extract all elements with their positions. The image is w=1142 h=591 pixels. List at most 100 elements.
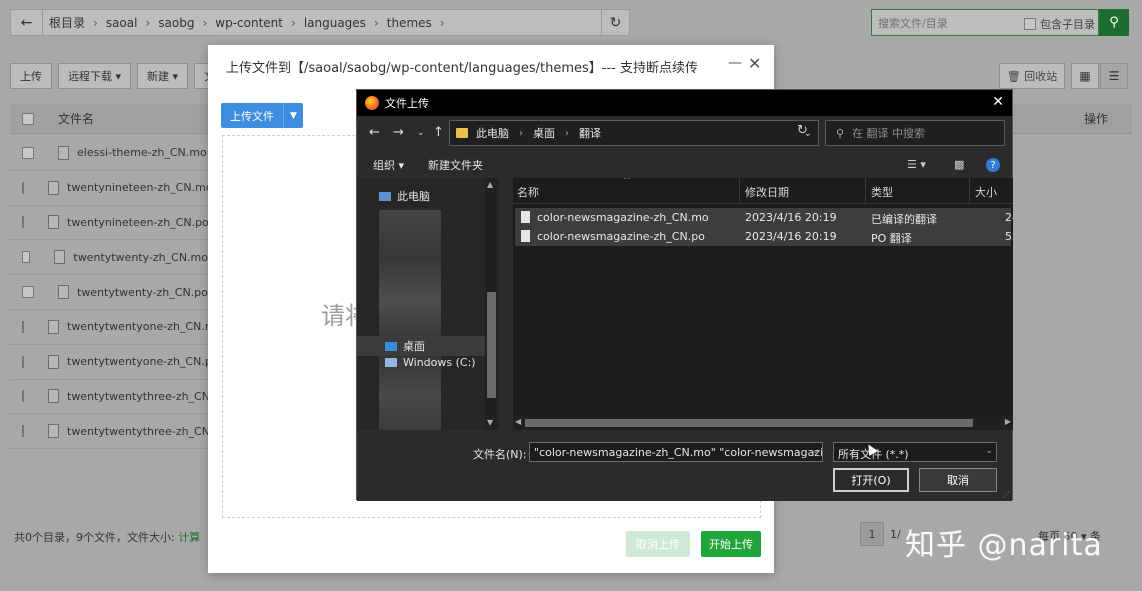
file-name[interactable]: twentynineteen-zh_CN.po: [67, 216, 208, 229]
table-row[interactable]: elessi-theme-zh_CN.mo: [10, 136, 208, 171]
row-checkbox[interactable]: [22, 251, 31, 264]
nav-this-pc[interactable]: 此电脑: [379, 188, 430, 204]
back-arrow-icon[interactable]: ←: [11, 10, 43, 35]
close-icon[interactable]: ✕: [748, 54, 761, 73]
scrollbar-thumb[interactable]: [487, 292, 496, 398]
column-filename[interactable]: 文件名: [58, 110, 94, 127]
file-name[interactable]: twentytwentythree-zh_CN: [67, 425, 208, 438]
column-type[interactable]: 类型: [871, 184, 893, 200]
breadcrumb-item[interactable]: 根目录: [49, 14, 85, 31]
column-name[interactable]: 名称: [517, 184, 539, 200]
column-divider[interactable]: [739, 178, 740, 204]
refresh-icon[interactable]: ↻: [601, 10, 629, 35]
path-item[interactable]: 桌面: [533, 125, 555, 141]
file-name[interactable]: twentytwenty-zh_CN.po: [77, 286, 208, 299]
chevron-down-icon[interactable]: ⌄: [811, 446, 819, 456]
filetype-select[interactable]: 所有文件 (*.*) ⌄: [833, 442, 997, 462]
back-arrow-icon[interactable]: ←: [369, 125, 380, 140]
horizontal-scrollbar[interactable]: ◀ ▶: [513, 416, 1013, 430]
nav-desktop[interactable]: 桌面: [357, 336, 485, 356]
checkbox-box[interactable]: [1024, 18, 1036, 30]
cancel-upload-button[interactable]: 取消上传: [626, 531, 690, 557]
row-checkbox[interactable]: [22, 146, 34, 159]
list-item[interactable]: color-newsmagazine-zh_CN.po 2023/4/16 20…: [515, 227, 1013, 246]
include-subdir-checkbox[interactable]: 包含子目录: [1024, 16, 1095, 32]
chevron-down-icon[interactable]: ▼: [283, 103, 303, 128]
page-number[interactable]: 1: [860, 522, 884, 546]
row-checkbox[interactable]: [22, 216, 24, 229]
select-all-checkbox[interactable]: [22, 112, 34, 125]
table-row[interactable]: twentytwentythree-zh_CN: [10, 414, 208, 450]
path-item[interactable]: 翻译: [579, 125, 601, 141]
scrollbar-thumb[interactable]: [525, 419, 973, 427]
breadcrumb-item[interactable]: saobg: [158, 16, 194, 30]
table-row[interactable]: twentynineteen-zh_CN.mo: [10, 171, 208, 206]
table-row[interactable]: twentytwenty-zh_CN.mo: [10, 240, 208, 276]
file-name[interactable]: twentynineteen-zh_CN.mo: [67, 181, 208, 194]
scroll-left-icon[interactable]: ◀: [515, 417, 521, 426]
forward-arrow-icon[interactable]: →: [393, 125, 404, 140]
breadcrumb-item[interactable]: themes: [387, 16, 432, 30]
column-divider[interactable]: [969, 178, 970, 204]
row-checkbox[interactable]: [22, 286, 34, 299]
table-row[interactable]: twentynineteen-zh_CN.po: [10, 206, 208, 241]
file-name[interactable]: twentytwenty-zh_CN.mo: [73, 251, 208, 264]
list-item[interactable]: color-newsmagazine-zh_CN.mo 2023/4/16 20…: [515, 208, 1013, 227]
table-row[interactable]: twentytwentyone-zh_CN.p: [10, 345, 208, 380]
recycle-bin-button[interactable]: 🗑 回收站: [999, 63, 1065, 89]
table-row[interactable]: twentytwentyone-zh_CN.r: [10, 310, 208, 345]
row-checkbox[interactable]: [22, 320, 24, 333]
row-checkbox[interactable]: [22, 355, 24, 368]
minimize-icon[interactable]: —: [728, 55, 742, 71]
breadcrumb-item[interactable]: languages: [304, 16, 366, 30]
file-name[interactable]: elessi-theme-zh_CN.mo: [77, 146, 207, 159]
breadcrumb-item[interactable]: saoal: [106, 16, 138, 30]
nav-scrollbar[interactable]: ▲ ▼: [485, 178, 498, 430]
scroll-right-icon[interactable]: ▶: [1005, 417, 1011, 426]
row-checkbox[interactable]: [22, 181, 24, 194]
help-icon[interactable]: ?: [986, 158, 1000, 172]
upload-button[interactable]: 上传: [10, 63, 52, 89]
scroll-down-icon[interactable]: ▼: [487, 418, 493, 427]
path-item[interactable]: 此电脑: [476, 125, 509, 141]
grid-view-icon[interactable]: ▦: [1071, 63, 1099, 89]
file-name[interactable]: twentytwentyone-zh_CN.p: [67, 355, 208, 368]
remote-download-button[interactable]: 远程下载 ▾: [58, 63, 132, 89]
table-row[interactable]: twentytwenty-zh_CN.po: [10, 275, 208, 310]
cancel-button[interactable]: 取消: [919, 468, 997, 492]
new-folder-button[interactable]: 新建文件夹: [428, 157, 483, 173]
search-input[interactable]: ⚲ 在 翻译 中搜索: [825, 120, 1005, 146]
dialog-titlebar[interactable]: 文件上传 ✕: [357, 90, 1012, 116]
file-name[interactable]: twentytwentyone-zh_CN.r: [67, 320, 208, 333]
upload-file-button[interactable]: 上传文件 ▼: [221, 103, 303, 128]
filename-input[interactable]: "color-newsmagazine-zh_CN.mo" "color-new…: [529, 442, 823, 462]
column-divider[interactable]: [865, 178, 866, 204]
preview-pane-icon[interactable]: ▩: [954, 158, 964, 171]
start-upload-button[interactable]: 开始上传: [701, 531, 761, 557]
path-bar[interactable]: 此电脑 › 桌面 › 翻译 ⌄: [449, 120, 819, 146]
search-icon[interactable]: ⚲: [1099, 9, 1129, 36]
table-row[interactable]: twentytwentythree-zh_CN: [10, 380, 208, 415]
row-checkbox[interactable]: [22, 390, 24, 403]
list-view-icon[interactable]: ☰: [1100, 63, 1128, 89]
search-input[interactable]: 搜索文件/目录 包含子目录: [871, 9, 1099, 36]
open-button[interactable]: 打开(O): [833, 468, 909, 492]
row-checkbox[interactable]: [22, 425, 24, 438]
file-name[interactable]: twentytwentythree-zh_CN: [67, 390, 208, 403]
close-icon[interactable]: ✕: [992, 94, 1004, 110]
view-options-icon[interactable]: ☰ ▾: [907, 158, 926, 171]
breadcrumb-item[interactable]: wp-content: [215, 16, 283, 30]
refresh-icon[interactable]: ↻: [797, 123, 808, 138]
upload-file-label[interactable]: 上传文件: [221, 103, 283, 128]
chevron-down-icon[interactable]: ⌄: [417, 128, 425, 138]
scroll-up-icon[interactable]: ▲: [487, 180, 493, 189]
nav-windows-drive[interactable]: Windows (C:): [385, 356, 476, 369]
chevron-down-icon[interactable]: ⌄: [985, 446, 993, 456]
new-button[interactable]: 新建 ▾: [137, 63, 189, 89]
address-bar[interactable]: ← 根目录 › saoal › saobg › wp-content › languag…: [10, 9, 630, 36]
resize-grip-icon[interactable]: ⋰: [1002, 490, 1010, 499]
column-modified[interactable]: 修改日期: [745, 184, 789, 200]
organize-menu[interactable]: 组织 ▾: [373, 157, 404, 173]
calculate-link[interactable]: 计算: [178, 531, 200, 544]
column-size[interactable]: 大小: [975, 184, 997, 200]
